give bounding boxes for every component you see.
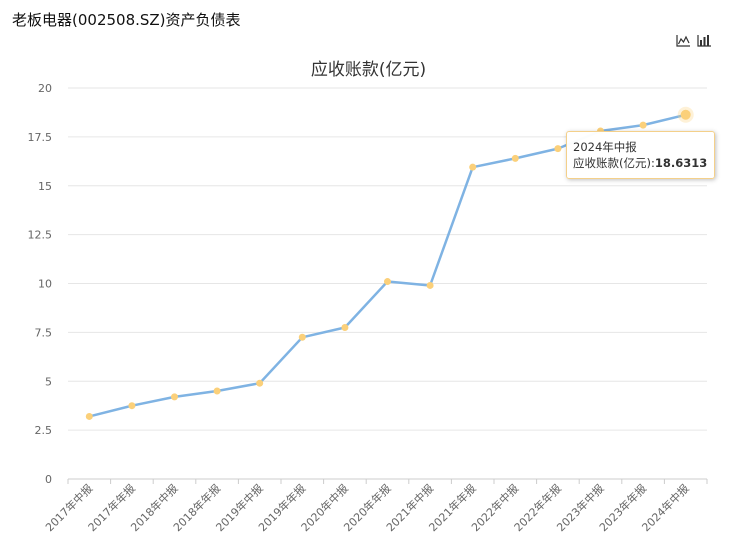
data-point	[341, 323, 349, 331]
y-tick-label: 12.5	[28, 229, 53, 242]
y-tick-label: 17.5	[28, 131, 53, 144]
x-axis-ticks: 2017年中报2017年年报2018年中报2018年年报2019年中报2019年…	[42, 481, 691, 534]
tooltip: 2024年中报 应收账款(亿元):18.6313	[566, 131, 715, 179]
data-point	[554, 145, 562, 153]
y-tick-label: 15	[38, 180, 52, 193]
tooltip-value: 18.6313	[654, 156, 708, 170]
y-tick-label: 10	[38, 278, 52, 291]
data-point	[426, 281, 434, 289]
x-axis	[67, 478, 708, 484]
data-point	[384, 278, 391, 286]
line-chart: 0 2.5 5 7.5 10 12.5 15 17.5 20 2017年中报2017年年报201…	[28, 82, 708, 534]
y-axis-ticks: 0 2.5 5 7.5 10 12.5 15 17.5 20	[28, 82, 53, 486]
tooltip-line: 应收账款(亿元):18.6313	[573, 155, 708, 171]
y-tick-label: 7.5	[35, 326, 53, 339]
data-point	[511, 154, 519, 162]
tooltip-category: 2024年中报	[573, 140, 637, 154]
data-point	[85, 412, 93, 420]
y-tick-label: 20	[38, 82, 52, 95]
data-point	[469, 163, 477, 171]
data-point	[256, 379, 264, 387]
data-point	[171, 393, 178, 401]
tooltip-label: 应收账款(亿元):	[573, 156, 655, 170]
y-tick-label: 5	[45, 375, 52, 388]
data-point	[128, 402, 136, 410]
data-point	[213, 387, 221, 395]
y-tick-label: 0	[45, 473, 52, 486]
data-point	[639, 121, 647, 129]
data-point-highlighted	[680, 109, 691, 120]
data-point	[298, 333, 306, 341]
y-tick-label: 2.5	[35, 424, 53, 437]
